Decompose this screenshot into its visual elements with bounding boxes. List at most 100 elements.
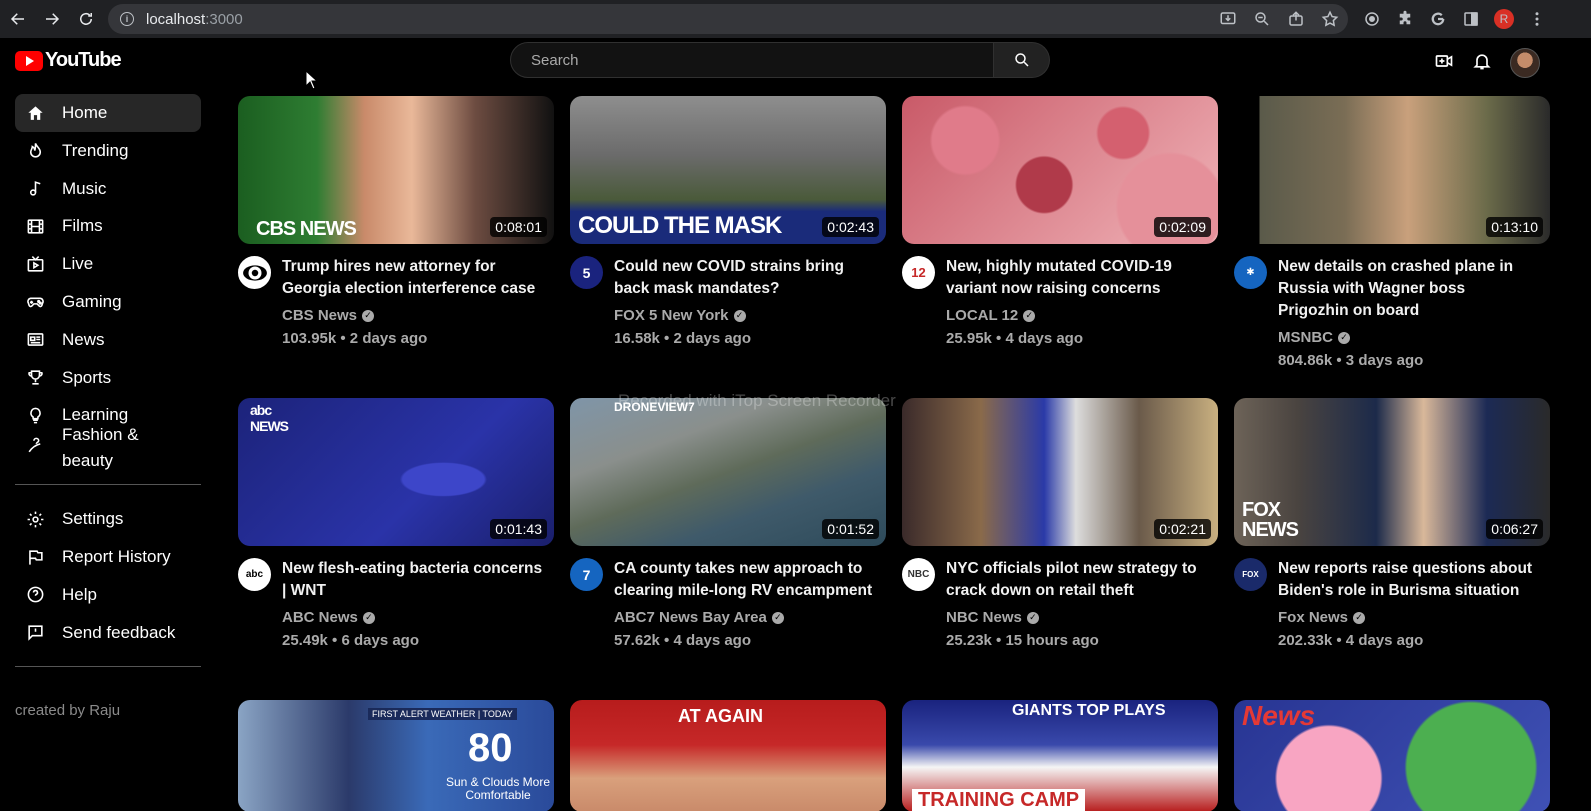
sidebar-item-send-feedback[interactable]: Send feedback — [15, 614, 201, 652]
channel-name[interactable]: FOX 5 New York ✓ — [614, 307, 876, 324]
video-thumbnail[interactable]: abc NEWS 0:01:43 — [238, 398, 554, 546]
video-title[interactable]: New, highly mutated COVID-19 variant now… — [946, 256, 1208, 300]
back-icon[interactable] — [2, 3, 34, 35]
channel-name[interactable]: NBC News ✓ — [946, 609, 1208, 626]
video-duration: 0:02:09 — [1154, 217, 1211, 237]
channel-avatar[interactable]: FOX — [1234, 558, 1267, 591]
video-title[interactable]: Could new COVID strains bring back mask … — [614, 256, 876, 300]
video-card[interactable]: abc NEWS 0:01:43 abc New flesh-eating ba… — [238, 398, 554, 649]
video-title[interactable]: Trump hires new attorney for Georgia ele… — [282, 256, 544, 300]
sidebar-item-home[interactable]: Home — [15, 94, 201, 132]
video-duration: 0:02:43 — [822, 217, 879, 237]
video-card[interactable]: FIRST ALERT WEATHER | TODAY 80 Sun & Clo… — [238, 700, 554, 811]
channel-avatar[interactable]: 7 — [570, 558, 603, 591]
search-icon — [1014, 53, 1029, 67]
notifications-bell-icon[interactable] — [1472, 51, 1492, 76]
channel-avatar[interactable]: 12 — [902, 256, 935, 289]
video-card[interactable]: DRONEVIEW7 0:01:52 7 CA county takes new… — [570, 398, 886, 649]
extensions-puzzle-icon[interactable] — [1395, 9, 1415, 29]
video-title[interactable]: New details on crashed plane in Russia w… — [1278, 256, 1540, 322]
search-button[interactable] — [994, 42, 1050, 78]
user-avatar[interactable] — [1510, 48, 1540, 78]
sidebar-item-music[interactable]: Music — [15, 170, 201, 208]
verified-check-icon: ✓ — [1023, 309, 1036, 322]
forward-icon[interactable] — [36, 3, 68, 35]
video-thumbnail[interactable]: CBS NEWS 0:08:01 — [238, 96, 554, 244]
channel-name[interactable]: ABC7 News Bay Area ✓ — [614, 609, 876, 626]
sidebar-item-report-history[interactable]: Report History — [15, 538, 201, 576]
video-thumbnail[interactable]: COULD THE MASK 0:02:43 — [570, 96, 886, 244]
channel-name[interactable]: LOCAL 12 ✓ — [946, 307, 1208, 324]
video-card[interactable]: News — [1234, 700, 1550, 811]
youtube-logo[interactable]: YouTube — [15, 49, 122, 72]
video-thumbnail[interactable]: DRONEVIEW7 0:01:52 — [570, 398, 886, 546]
sidebar-item-news[interactable]: News — [15, 321, 201, 359]
bookmark-star-icon[interactable] — [1320, 9, 1340, 29]
video-thumbnail[interactable]: GIANTS TOP PLAYS TRAINING CAMP — [902, 700, 1218, 811]
video-thumbnail[interactable]: FIRST ALERT WEATHER | TODAY 80 Sun & Clo… — [238, 700, 554, 811]
verified-check-icon: ✓ — [1353, 611, 1366, 624]
channel-name[interactable]: ABC News ✓ — [282, 609, 544, 626]
side-panel-icon[interactable] — [1461, 9, 1481, 29]
verified-check-icon: ✓ — [771, 611, 784, 624]
sidebar-item-trending[interactable]: Trending — [15, 132, 201, 170]
mouse-cursor-icon — [305, 70, 319, 90]
lightbulb-icon — [25, 405, 45, 425]
browser-toolbar: i localhost:3000 R — [0, 0, 1591, 38]
video-thumbnail[interactable]: AT AGAIN — [570, 700, 886, 811]
video-card[interactable]: COULD THE MASK 0:02:43 5 Could new COVID… — [570, 96, 886, 347]
channel-avatar[interactable] — [238, 256, 271, 289]
video-title[interactable]: NYC officials pilot new strategy to crac… — [946, 558, 1208, 602]
video-thumbnail[interactable]: 0:02:21 — [902, 398, 1218, 546]
share-icon[interactable] — [1286, 9, 1306, 29]
footer-credit: created by Raju — [15, 702, 121, 719]
video-card[interactable]: AT AGAIN — [570, 700, 886, 811]
channel-avatar[interactable]: abc — [238, 558, 271, 591]
video-thumbnail[interactable]: 0:02:09 — [902, 96, 1218, 244]
sidebar-item-help[interactable]: Help — [15, 576, 201, 614]
video-card[interactable]: 0:13:10 ✱ New details on crashed plane i… — [1234, 96, 1550, 369]
extension-record-icon[interactable] — [1362, 9, 1382, 29]
address-bar[interactable]: i localhost:3000 — [108, 4, 1348, 34]
video-thumbnail[interactable]: FOX NEWS 0:06:27 — [1234, 398, 1550, 546]
channel-avatar[interactable]: NBC — [902, 558, 935, 591]
sidebar-item-fashion-beauty[interactable]: Fashion & beauty — [15, 422, 201, 474]
browser-profile-avatar[interactable]: R — [1494, 9, 1514, 29]
video-duration: 0:08:01 — [490, 217, 547, 237]
video-card[interactable]: FOX NEWS 0:06:27 FOX New reports raise q… — [1234, 398, 1550, 649]
channel-avatar[interactable]: 5 — [570, 256, 603, 289]
video-title[interactable]: New flesh-eating bacteria concerns | WNT — [282, 558, 544, 602]
video-thumbnail[interactable]: 0:13:10 — [1234, 96, 1550, 244]
video-title[interactable]: CA county takes new approach to clearing… — [614, 558, 876, 602]
sidebar-item-films[interactable]: Films — [15, 207, 201, 245]
zoom-icon[interactable] — [1252, 9, 1272, 29]
video-duration: 0:01:52 — [822, 519, 879, 539]
sidebar-item-live[interactable]: Live — [15, 245, 201, 283]
sidebar-item-sports[interactable]: Sports — [15, 359, 201, 397]
video-card[interactable]: 0:02:21 NBC NYC officials pilot new stra… — [902, 398, 1218, 649]
sidebar-item-learning[interactable]: Learning — [15, 396, 201, 425]
video-card[interactable]: GIANTS TOP PLAYS TRAINING CAMP — [902, 700, 1218, 811]
channel-name[interactable]: CBS News ✓ — [282, 307, 544, 324]
browser-menu-icon[interactable] — [1527, 9, 1547, 29]
video-title[interactable]: New reports raise questions about Biden'… — [1278, 558, 1540, 602]
reload-icon[interactable] — [70, 3, 102, 35]
video-duration: 0:01:43 — [490, 519, 547, 539]
sidebar-item-settings[interactable]: Settings — [15, 500, 201, 538]
video-card[interactable]: 0:02:09 12 New, highly mutated COVID-19 … — [902, 96, 1218, 347]
channel-name[interactable]: Fox News ✓ — [1278, 609, 1540, 626]
create-video-icon[interactable] — [1434, 51, 1454, 76]
verified-check-icon: ✓ — [1338, 331, 1350, 344]
search-input[interactable] — [510, 42, 995, 78]
site-info-icon[interactable]: i — [120, 12, 134, 26]
channel-avatar[interactable]: ✱ — [1234, 256, 1267, 289]
video-thumbnail[interactable]: News — [1234, 700, 1550, 811]
video-stats: 202.33k • 4 days ago — [1278, 632, 1424, 649]
video-card[interactable]: CBS NEWS 0:08:01 Trump hires new attorne… — [238, 96, 554, 347]
sidebar-item-gaming[interactable]: Gaming — [15, 283, 201, 321]
install-app-icon[interactable] — [1218, 9, 1238, 29]
google-icon[interactable] — [1428, 9, 1448, 29]
video-duration: 0:06:27 — [1486, 519, 1543, 539]
recorder-watermark: Recorded with iTop Screen Recorder — [618, 391, 896, 410]
channel-name[interactable]: MSNBC ✓ — [1278, 329, 1540, 346]
